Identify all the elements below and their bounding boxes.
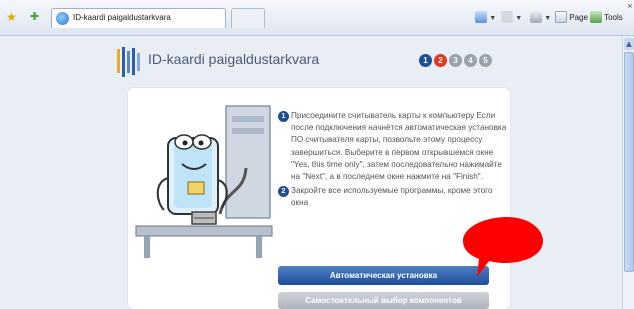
print-button[interactable]: ▼ <box>530 10 551 26</box>
vertical-scrollbar[interactable]: ▲ <box>622 37 634 309</box>
tools-icon <box>590 11 602 23</box>
favorites-star-icon[interactable]: ★ <box>6 11 17 23</box>
home-button[interactable]: ▼ <box>475 10 496 26</box>
id-card-logo-icon <box>117 47 141 77</box>
new-tab-button[interactable] <box>231 8 265 28</box>
annotation-marker <box>463 217 543 277</box>
home-icon <box>475 11 487 23</box>
automatic-install-button[interactable]: Автоматическая установка <box>278 266 489 285</box>
step-3: 3 <box>449 54 462 67</box>
chevron-down-icon: ▼ <box>515 15 523 22</box>
step-1: 1 <box>419 54 432 67</box>
tools-menu-label: Tools <box>604 13 623 22</box>
card-reader-illustration <box>135 105 273 258</box>
step-5: 5 <box>479 54 492 67</box>
tab-title: ID-kaardi paigaldustarkvara <box>73 13 171 22</box>
custom-components-button[interactable]: Самостоятельный выбор компонентов <box>278 292 489 309</box>
step-number-1: 1 <box>278 111 289 122</box>
feeds-button[interactable]: ▼ <box>501 10 522 26</box>
page-icon <box>555 11 567 23</box>
chevron-down-icon: ▼ <box>544 15 552 22</box>
feeds-icon <box>501 11 513 23</box>
page-menu-label: Page <box>569 13 588 22</box>
chevron-down-icon: ▼ <box>489 15 497 22</box>
tools-menu[interactable]: Tools <box>590 10 623 26</box>
scroll-up-icon[interactable]: ▲ <box>624 38 634 50</box>
browser-toolbar: ★ ✚ ID-kaardi paigaldustarkvara ▼ ▼ ▼ Pa… <box>0 0 634 36</box>
instruction-step-1: Присоедините считыватель карты к компьют… <box>291 111 507 182</box>
step-2-active: 2 <box>434 54 447 67</box>
browser-tab[interactable]: ID-kaardi paigaldustarkvara <box>51 8 226 28</box>
add-favorite-icon[interactable]: ✚ <box>30 11 39 23</box>
page-favicon-icon <box>56 12 69 25</box>
page-title: ID-kaardi paigaldustarkvara <box>148 51 320 67</box>
instruction-step-2: Закройте все используемые программы, кро… <box>291 186 493 208</box>
step-4: 4 <box>464 54 477 67</box>
scrollbar-thumb[interactable] <box>624 52 634 272</box>
print-icon <box>530 11 542 23</box>
close-icon[interactable]: × <box>627 2 633 10</box>
instructions: 1 Присоедините считыватель карты к компь… <box>278 110 508 210</box>
